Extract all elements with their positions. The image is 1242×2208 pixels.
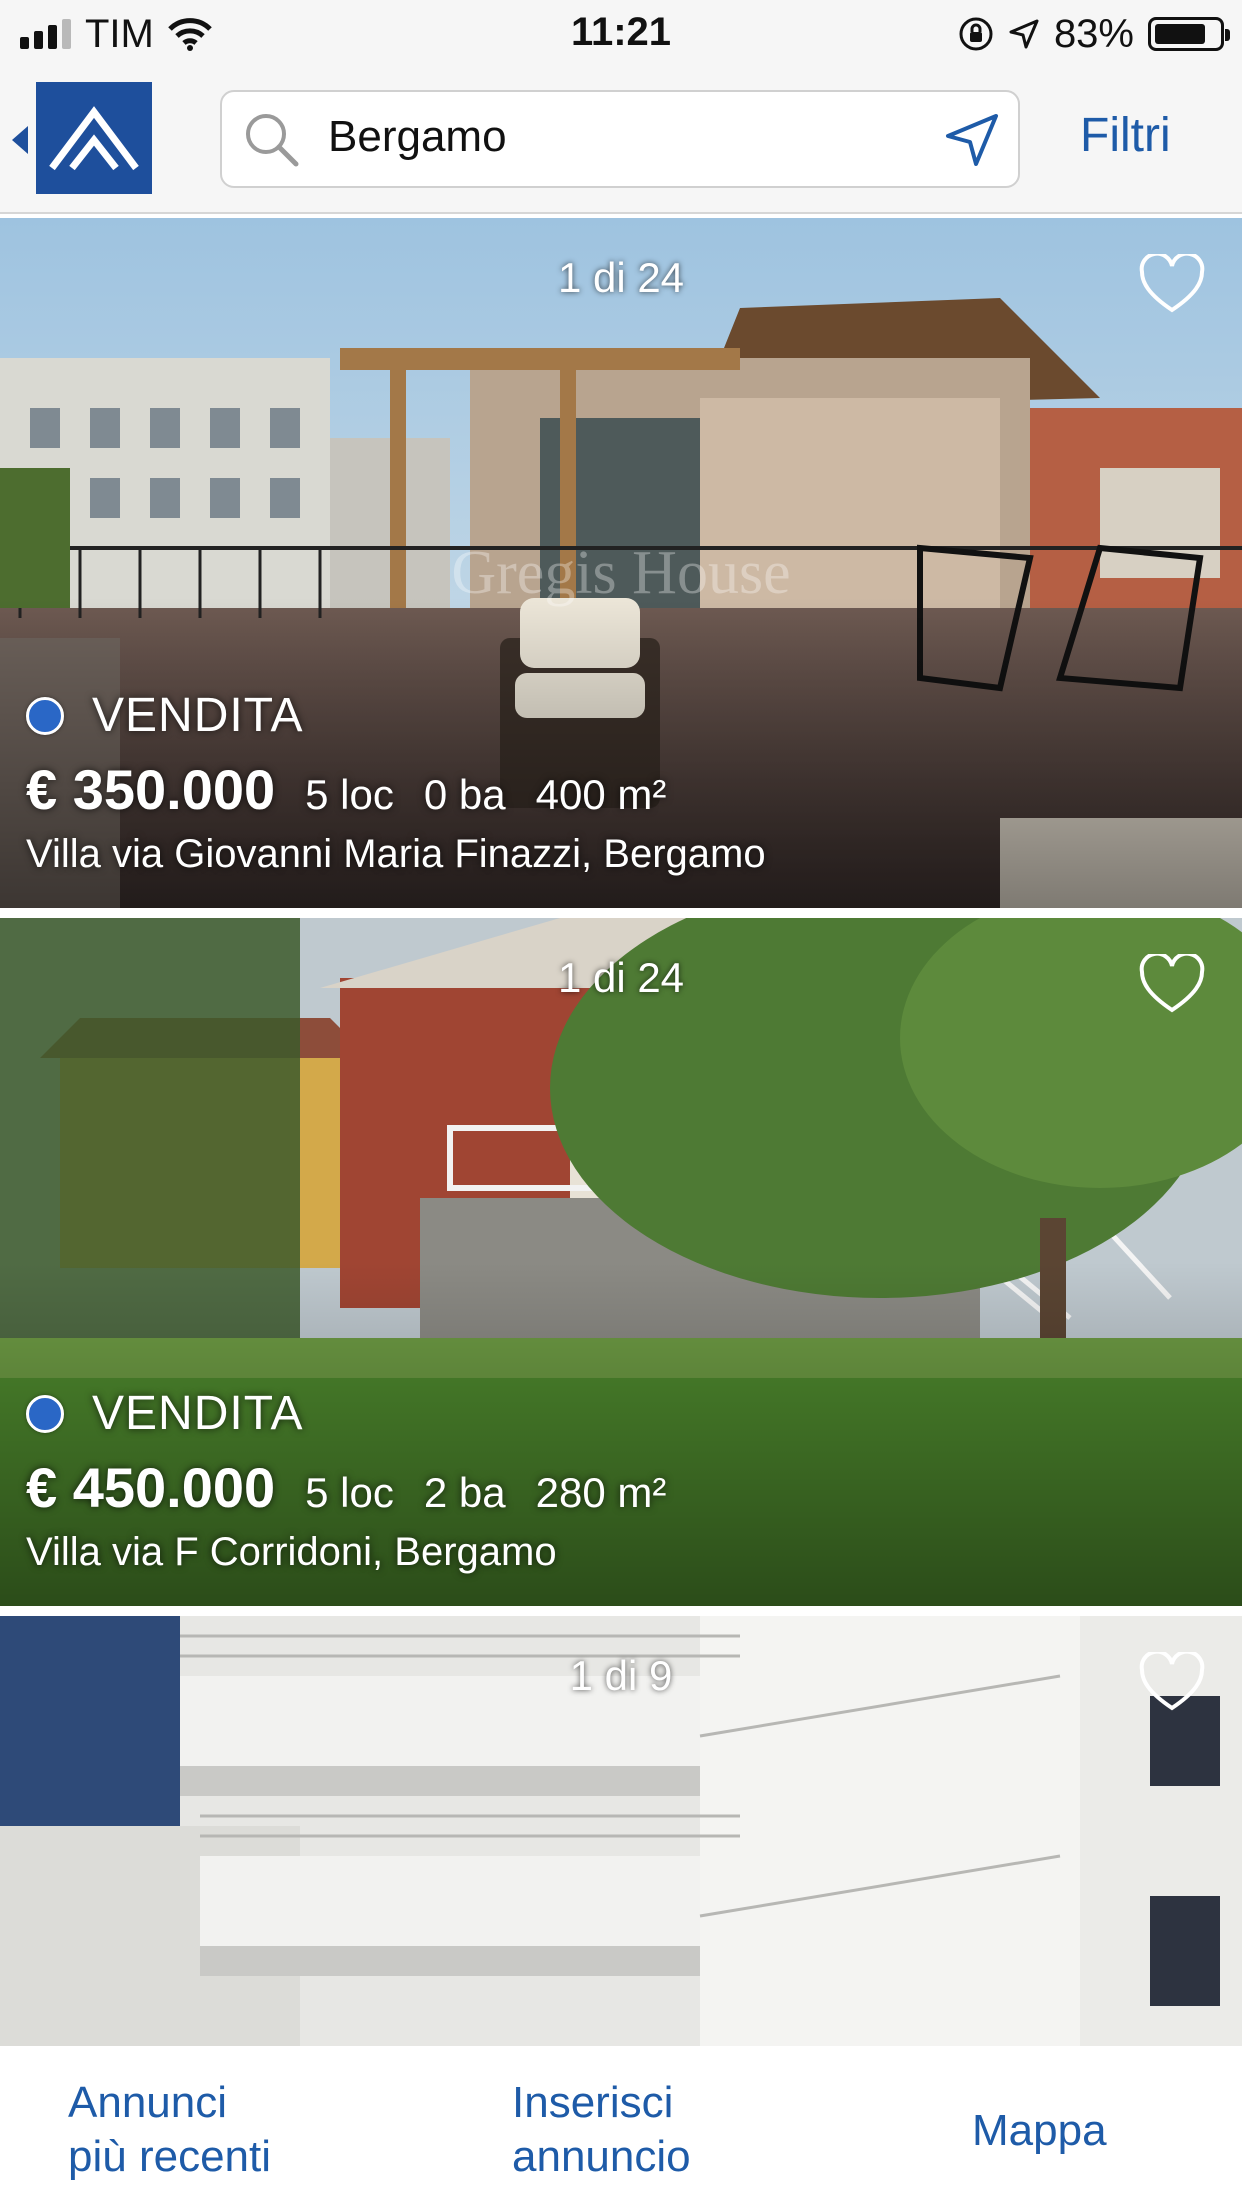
listing-type-dot — [26, 696, 64, 735]
orientation-lock-icon — [959, 17, 993, 51]
listing-area: 280 m² — [535, 1469, 667, 1516]
listing-card[interactable]: Gregis House 1 di 24 VENDITA € 350.000 5… — [0, 218, 1242, 908]
photo-counter: 1 di 9 — [569, 1652, 673, 1699]
photo-counter: 1 di 24 — [557, 254, 685, 301]
battery-icon — [1148, 17, 1230, 51]
listing-info: VENDITA € 350.000 5 loc 0 ba 400 m² Vill… — [26, 688, 766, 877]
listing-price: € 350.000 — [26, 758, 276, 821]
location-arrow-icon — [1009, 19, 1039, 49]
tab-label-line2: più recenti — [68, 2132, 272, 2181]
tab-recent-listings[interactable]: Annunci più recenti — [68, 2076, 271, 2184]
battery-percent: 83% — [1053, 11, 1134, 56]
heart-outline-icon[interactable] — [1138, 1652, 1206, 1714]
listing-area: 400 m² — [535, 771, 667, 818]
locate-arrow-icon[interactable] — [940, 108, 1004, 172]
tab-label-line1: Inserisci — [512, 2078, 674, 2127]
status-bar: TIM 11:21 83% — [0, 0, 1242, 68]
listing-rooms: 5 loc — [305, 1469, 394, 1516]
search-field[interactable]: Bergamo — [220, 90, 1020, 188]
photo-watermark: Gregis House — [451, 539, 791, 607]
app-logo[interactable] — [36, 82, 152, 194]
tab-label-line2: annuncio — [512, 2132, 691, 2181]
tab-insert-listing[interactable]: Inserisci annuncio — [512, 2076, 691, 2184]
photo-counter: 1 di 24 — [557, 954, 685, 1001]
tab-map[interactable]: Mappa — [972, 2104, 1107, 2158]
listing-type: VENDITA — [92, 689, 304, 742]
listing-card[interactable]: 1 di 9 — [0, 1616, 1242, 2046]
heart-outline-icon[interactable] — [1138, 954, 1206, 1016]
tab-label: Mappa — [972, 2106, 1107, 2155]
filters-button[interactable]: Filtri — [1080, 108, 1171, 163]
listing-info: VENDITA € 450.000 5 loc 2 ba 280 m² Vill… — [26, 1386, 666, 1575]
listing-address: Villa via F Corridoni, Bergamo — [26, 1530, 557, 1574]
listing-baths: 0 ba — [423, 771, 506, 818]
listing-type-dot — [26, 1394, 64, 1433]
top-nav-bar: Bergamo Filtri — [0, 68, 1242, 214]
listing-address: Villa via Giovanni Maria Finazzi, Bergam… — [26, 832, 766, 876]
heart-outline-icon[interactable] — [1138, 254, 1206, 316]
listing-card[interactable]: 1 di 24 VENDITA € 450.000 5 loc 2 ba 280… — [0, 918, 1242, 1606]
house-roof-logo — [49, 106, 139, 171]
back-chevron-icon[interactable] — [12, 126, 28, 154]
listing-type: VENDITA — [92, 1387, 304, 1440]
status-right: 83% — [958, 10, 1230, 58]
listing-baths: 2 ba — [423, 1469, 506, 1516]
tab-label-line1: Annunci — [68, 2078, 228, 2127]
search-input-value[interactable]: Bergamo — [328, 112, 507, 162]
listing-rooms: 5 loc — [305, 771, 394, 818]
search-icon — [246, 114, 299, 167]
bottom-tab-bar: Annunci più recenti Inserisci annuncio M… — [0, 2046, 1242, 2208]
listing-price: € 450.000 — [26, 1456, 276, 1519]
